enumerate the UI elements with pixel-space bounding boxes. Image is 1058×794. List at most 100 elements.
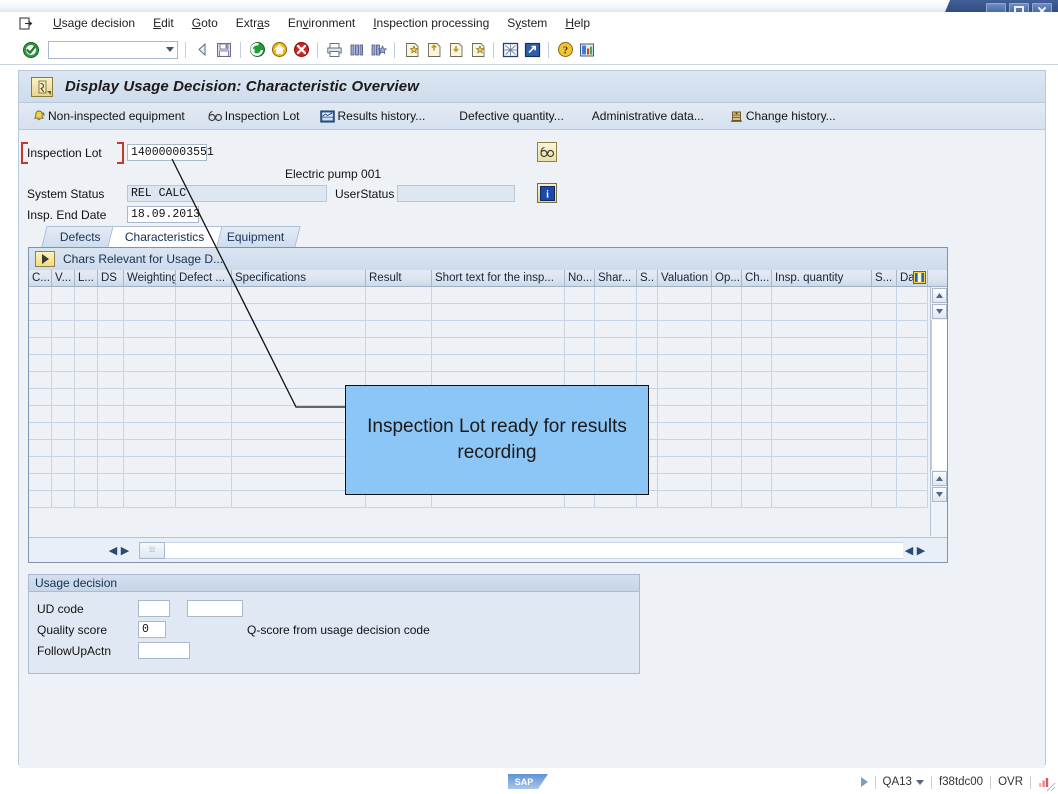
menu-help[interactable]: Help bbox=[556, 14, 599, 32]
table-cell[interactable] bbox=[772, 474, 872, 491]
table-cell[interactable] bbox=[124, 457, 176, 474]
inspection-lot-input[interactable]: 140000003551 bbox=[127, 144, 214, 161]
table-cell[interactable] bbox=[52, 474, 75, 491]
table-cell[interactable] bbox=[176, 372, 232, 389]
hscroll-left-button[interactable]: ◀ bbox=[107, 543, 119, 557]
table-cell[interactable] bbox=[366, 304, 432, 321]
table-cell[interactable] bbox=[432, 338, 565, 355]
table-cell[interactable] bbox=[98, 355, 124, 372]
table-cell[interactable] bbox=[75, 406, 98, 423]
table-column-header[interactable]: S.. bbox=[637, 270, 658, 286]
table-cell[interactable] bbox=[712, 338, 742, 355]
help-icon[interactable]: ? bbox=[555, 40, 575, 60]
table-cell[interactable] bbox=[742, 287, 772, 304]
menu-goto[interactable]: Goto bbox=[183, 14, 227, 32]
table-cell[interactable] bbox=[176, 423, 232, 440]
back-icon[interactable] bbox=[192, 40, 212, 60]
table-cell[interactable] bbox=[432, 355, 565, 372]
command-field[interactable] bbox=[48, 40, 178, 59]
table-column-header[interactable]: S... bbox=[872, 270, 897, 286]
table-cell[interactable] bbox=[658, 491, 712, 508]
table-cell[interactable] bbox=[432, 287, 565, 304]
table-cell[interactable] bbox=[742, 321, 772, 338]
table-cell[interactable] bbox=[75, 474, 98, 491]
scrollbar-track[interactable] bbox=[931, 320, 947, 470]
table-cell[interactable] bbox=[658, 389, 712, 406]
table-cell[interactable] bbox=[432, 321, 565, 338]
table-column-header[interactable]: V... bbox=[52, 270, 75, 286]
table-cell[interactable] bbox=[124, 304, 176, 321]
app-button-inspection-lot[interactable]: Inspection Lot bbox=[204, 107, 309, 126]
system-status-input[interactable]: REL CALC bbox=[127, 185, 327, 202]
next-page-icon[interactable] bbox=[445, 40, 465, 60]
insp-end-date-input[interactable]: 18.09.2013 bbox=[127, 206, 200, 223]
follow-up-action-input[interactable] bbox=[138, 642, 190, 659]
table-cell[interactable] bbox=[637, 355, 658, 372]
scroll-down-bottom-button[interactable] bbox=[931, 487, 947, 502]
menu-edit[interactable]: Edit bbox=[144, 14, 183, 32]
table-cell[interactable] bbox=[637, 304, 658, 321]
hscroll-right-button[interactable]: ▶ bbox=[119, 543, 131, 557]
app-button-non-inspected-equipment[interactable]: Non-inspected equipment bbox=[27, 107, 194, 126]
table-cell[interactable] bbox=[897, 491, 928, 508]
table-cell[interactable] bbox=[742, 474, 772, 491]
table-column-header[interactable]: L... bbox=[75, 270, 98, 286]
table-cell[interactable] bbox=[897, 389, 928, 406]
table-cell[interactable] bbox=[75, 389, 98, 406]
session-menu-icon[interactable] bbox=[18, 16, 34, 30]
hscroll-right-end-button[interactable]: ▶ bbox=[915, 543, 927, 557]
table-cell[interactable] bbox=[897, 372, 928, 389]
table-cell[interactable] bbox=[897, 474, 928, 491]
table-cell[interactable] bbox=[98, 338, 124, 355]
table-cell[interactable] bbox=[98, 321, 124, 338]
table-column-header[interactable]: Valuation bbox=[658, 270, 712, 286]
table-cell[interactable] bbox=[52, 372, 75, 389]
table-cell[interactable] bbox=[872, 389, 897, 406]
table-cell[interactable] bbox=[232, 304, 366, 321]
table-cell[interactable] bbox=[658, 423, 712, 440]
table-cell[interactable] bbox=[29, 474, 52, 491]
table-cell[interactable] bbox=[658, 372, 712, 389]
table-cell[interactable] bbox=[366, 338, 432, 355]
table-cell[interactable] bbox=[98, 406, 124, 423]
table-column-header[interactable]: C... bbox=[29, 270, 52, 286]
table-cell[interactable] bbox=[176, 406, 232, 423]
table-cell[interactable] bbox=[29, 355, 52, 372]
table-cell[interactable] bbox=[897, 406, 928, 423]
first-page-icon[interactable] bbox=[401, 40, 421, 60]
inspection-lot-glasses-button[interactable] bbox=[537, 142, 557, 162]
table-cell[interactable] bbox=[176, 389, 232, 406]
table-cell[interactable] bbox=[712, 474, 742, 491]
table-cell[interactable] bbox=[565, 304, 595, 321]
table-cell[interactable] bbox=[98, 287, 124, 304]
table-cell[interactable] bbox=[897, 287, 928, 304]
table-cell[interactable] bbox=[872, 372, 897, 389]
table-cell[interactable] bbox=[29, 287, 52, 304]
table-cell[interactable] bbox=[872, 423, 897, 440]
table-cell[interactable] bbox=[658, 338, 712, 355]
menu-extras[interactable]: Extras bbox=[227, 14, 279, 32]
table-cell[interactable] bbox=[872, 355, 897, 372]
table-cell[interactable] bbox=[658, 474, 712, 491]
create-session-icon[interactable] bbox=[500, 40, 520, 60]
table-cell[interactable] bbox=[772, 304, 872, 321]
table-cell[interactable] bbox=[897, 355, 928, 372]
customize-layout-icon[interactable] bbox=[577, 40, 597, 60]
menu-usage-decision[interactable]: Usage decision bbox=[44, 14, 144, 32]
table-cell[interactable] bbox=[366, 321, 432, 338]
table-cell[interactable] bbox=[742, 406, 772, 423]
table-cell[interactable] bbox=[75, 304, 98, 321]
status-info-button[interactable]: i bbox=[537, 183, 557, 203]
menu-inspection-processing[interactable]: Inspection processing bbox=[364, 14, 498, 32]
table-cell[interactable] bbox=[232, 287, 366, 304]
table-cell[interactable] bbox=[98, 304, 124, 321]
column-settings-icon[interactable] bbox=[913, 271, 926, 284]
table-column-header[interactable]: DS bbox=[98, 270, 124, 286]
print-icon[interactable] bbox=[324, 40, 344, 60]
table-cell[interactable] bbox=[75, 372, 98, 389]
table-cell[interactable] bbox=[712, 304, 742, 321]
table-column-header[interactable]: Specifications bbox=[232, 270, 366, 286]
table-cell[interactable] bbox=[637, 287, 658, 304]
quality-score-input[interactable]: 0 bbox=[138, 621, 166, 638]
table-column-header[interactable]: Short text for the insp... bbox=[432, 270, 565, 286]
